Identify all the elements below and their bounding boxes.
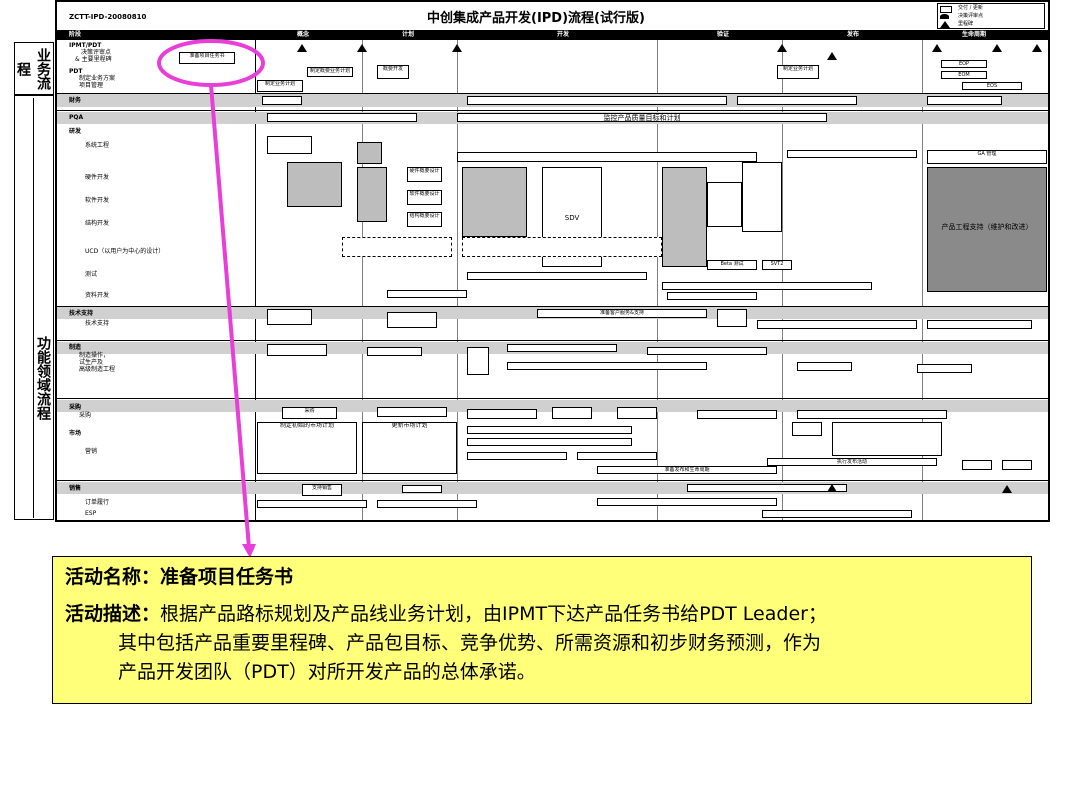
- activity-name-value: 准备项目任务书: [160, 566, 294, 588]
- activity-desc-line: 活动描述：根据产品路标规划及产品线业务计划，由IPMT下达产品任务书给PDT L…: [65, 600, 1019, 629]
- highlight-arrow-line: [209, 84, 251, 549]
- activity-name-line: 活动名称：准备项目任务书: [65, 563, 1019, 592]
- activity-desc-text-3: 产品开发团队（PDT）对所开发产品的总体承诺。: [118, 661, 536, 683]
- highlight-circle: [157, 39, 265, 87]
- activity-desc-text-1: 根据产品路标规划及产品线业务计划，由IPMT下达产品任务书给PDT Leader…: [160, 603, 827, 625]
- activity-name-label: 活动名称：: [65, 566, 161, 588]
- activity-callout: 活动名称：准备项目任务书 活动描述：根据产品路标规划及产品线业务计划，由IPMT…: [52, 556, 1032, 704]
- activity-desc-text-2: 其中包括产品重要里程碑、产品包目标、竞争优势、所需资源和初步财务预测，作为: [118, 632, 822, 654]
- activity-desc-label: 活动描述：: [65, 603, 161, 625]
